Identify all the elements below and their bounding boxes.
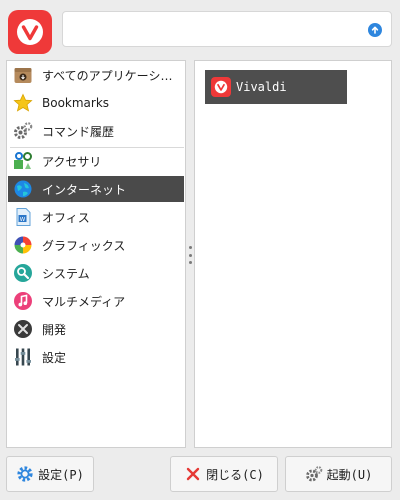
category-label: アクセサリ [42,154,102,169]
all-apps-icon [13,65,33,85]
settings-button-label: 設定(P) [38,467,84,482]
close-button[interactable]: 閉じる(C) [170,456,278,492]
category-item-internet[interactable]: インターネット [8,176,184,202]
category-label: 開発 [42,322,67,337]
category-item-multimedia[interactable]: マルチメディア [8,288,184,314]
category-item-accessories[interactable]: アクセサリ [8,148,184,174]
category-label: すべてのアプリケーション [42,68,184,83]
category-label: マルチメディア [42,294,126,309]
category-item-all-apps[interactable]: すべてのアプリケーション [8,62,184,88]
application-list: Vivaldi [194,60,392,448]
category-label: Bookmarks [42,96,110,110]
category-item-development[interactable]: 開発 [8,316,184,342]
category-label: グラフィックス [42,238,126,253]
category-label: インターネット [42,182,127,197]
launch-button-label: 起動(U) [326,467,373,482]
app-label: Vivaldi [236,80,287,94]
music-note-icon [13,291,33,311]
category-item-graphics[interactable]: グラフィックス [8,232,184,258]
search-box[interactable] [62,11,392,47]
gears-icon [13,121,33,141]
tools-icon [13,319,33,339]
category-item-settings[interactable]: 設定 [8,344,184,370]
category-label: オフィス [42,210,90,225]
globe-icon [13,179,33,199]
settings-button[interactable]: 設定(P) [6,456,94,492]
gears-icon [305,465,323,483]
sliders-icon [13,347,33,367]
search-input[interactable] [71,20,361,40]
svg-text:W: W [20,217,26,223]
category-item-command-history[interactable]: コマンド履歴 [8,118,184,144]
close-icon [184,465,202,483]
color-wheel-icon [13,235,33,255]
app-item-vivaldi[interactable]: Vivaldi [205,70,347,104]
category-label: 設定 [42,350,67,365]
category-item-bookmarks[interactable]: Bookmarks [8,90,184,116]
category-item-office[interactable]: W オフィス [8,204,184,230]
category-label: コマンド履歴 [42,124,115,139]
document-icon: W [13,207,33,227]
vivaldi-icon [211,77,231,97]
magnifier-icon [13,263,33,283]
arrow-up-icon[interactable] [368,23,382,37]
category-label: システム [42,266,90,281]
vivaldi-logo-icon [8,10,52,54]
category-list: すべてのアプリケーション Bookmarks コマンド履歴 アクセサリ インター… [6,60,186,448]
gear-icon [16,465,34,483]
category-item-system[interactable]: システム [8,260,184,286]
pane-splitter-handle[interactable] [187,246,193,264]
star-icon [13,93,33,113]
close-button-label: 閉じる(C) [206,467,264,482]
launch-button[interactable]: 起動(U) [285,456,392,492]
accessories-icon [13,151,33,171]
